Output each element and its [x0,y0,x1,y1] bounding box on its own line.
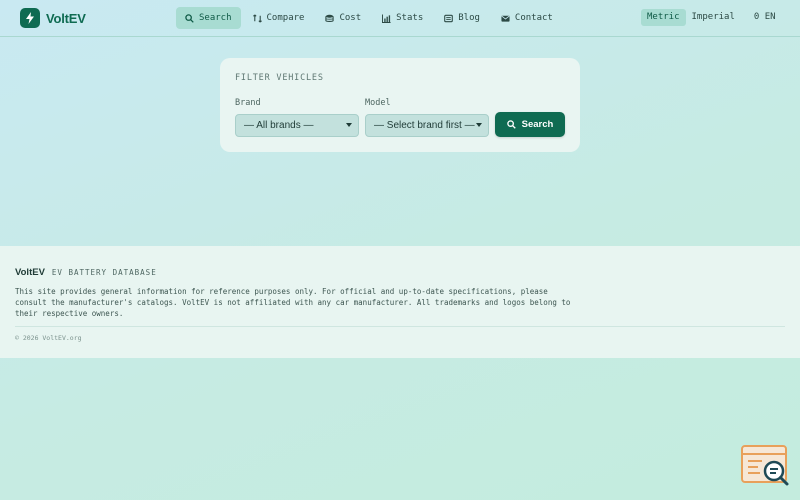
nav-search[interactable]: Search [176,7,241,29]
search-button[interactable]: Search [495,112,565,137]
top-header: VoltEV Search Compare Cost Stats Blog Co… [0,0,800,37]
cost-icon [325,14,335,22]
brand-select[interactable]: — All brands — [235,114,359,137]
browser-search-icon [741,445,789,486]
chevron-down-icon [346,123,352,127]
nav-stats[interactable]: Stats [373,7,432,29]
nav-contact[interactable]: Contact [492,7,562,29]
language-selector[interactable]: 0 EN [749,9,781,26]
chevron-down-icon [476,123,482,127]
model-select[interactable]: — Select brand first — [365,114,489,137]
stats-icon [382,13,391,23]
logo-text: VoltEV [46,10,86,26]
footer-brand: VoltEV EV BATTERY DATABASE [15,267,157,278]
compare-icon [252,14,262,22]
footer-tagline: EV BATTERY DATABASE [51,268,157,277]
bolt-icon [20,8,40,28]
search-icon [506,120,516,129]
model-select-value: — Select brand first — [374,120,475,131]
unit-toggle: Metric Imperial 0 EN [641,9,781,26]
filter-card: FILTER VEHICLES Brand — All brands — Mod… [220,58,580,152]
nav-cost[interactable]: Cost [316,7,370,29]
search-icon [185,13,194,23]
brand-label: Brand [235,98,261,108]
brand-select-value: — All brands — [244,120,314,131]
site-footer: VoltEV EV BATTERY DATABASE This site pro… [0,246,800,358]
blog-icon [444,14,454,22]
footer-copyright: © 2026 VoltEV.org [15,334,82,342]
site-logo[interactable]: VoltEV [20,8,86,28]
nav-label: Search [199,13,232,23]
model-label: Model [365,98,391,108]
nav-label: Compare [266,13,305,23]
nav-label: Blog [458,13,480,23]
nav-compare[interactable]: Compare [244,7,314,29]
feedback-widget[interactable] [740,444,792,492]
nav-label: Stats [396,13,424,23]
footer-logo[interactable]: VoltEV [15,267,45,278]
filter-title: FILTER VEHICLES [235,73,324,83]
search-button-label: Search [521,119,554,130]
nav-label: Cost [339,13,362,23]
footer-divider [15,326,785,327]
nav-blog[interactable]: Blog [435,7,489,29]
unit-imperial-button[interactable]: Imperial [686,9,741,26]
unit-metric-button[interactable]: Metric [641,9,686,26]
main-nav: Search Compare Cost Stats Blog Contact [176,7,565,29]
footer-disclaimer: This site provides general information f… [15,287,571,318]
nav-label: Contact [514,13,553,23]
mail-icon [501,15,510,22]
